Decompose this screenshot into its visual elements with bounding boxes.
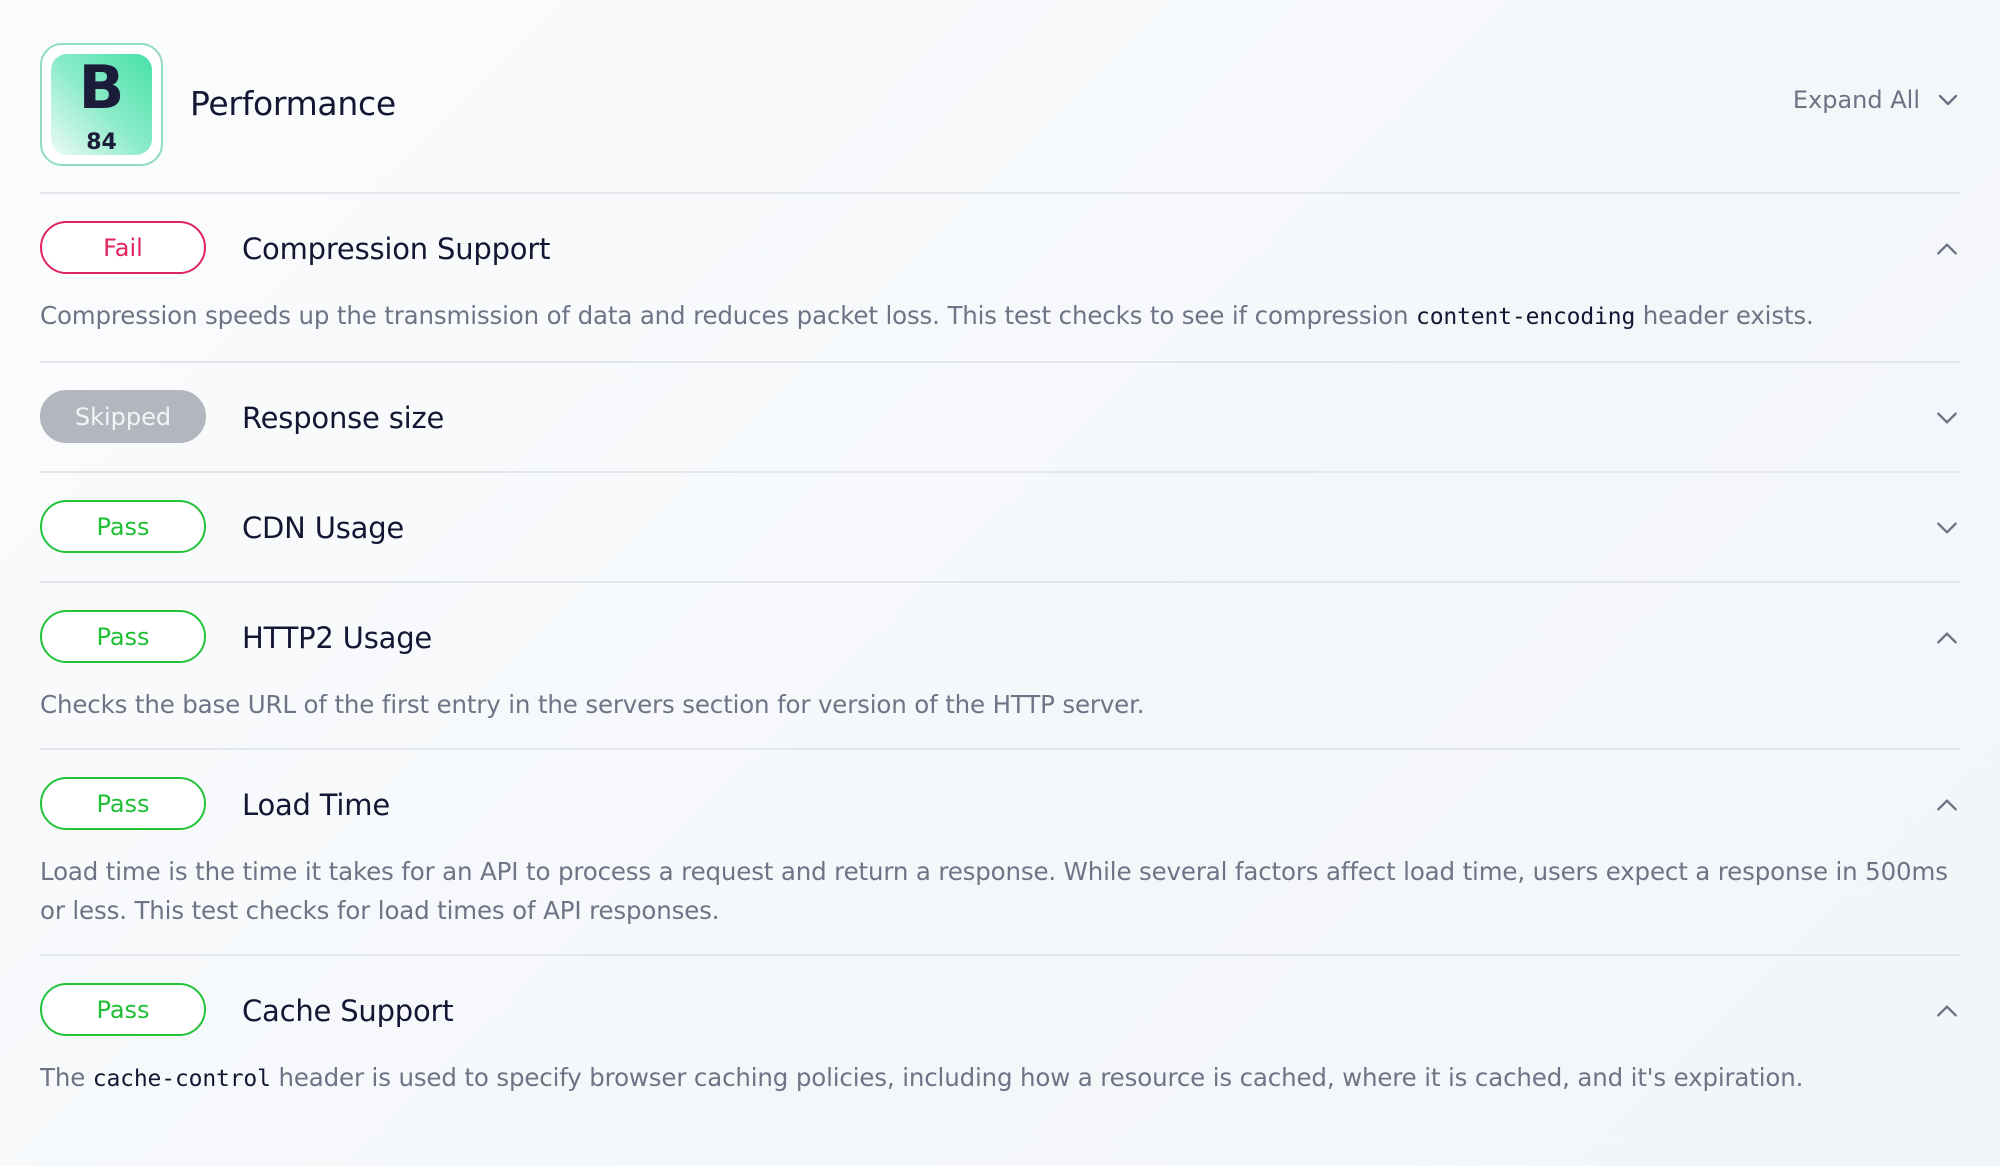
check-description: Checks the base URL of the first entry i… [40,690,1145,719]
check-title: Load Time [242,788,390,822]
chevron-up-icon[interactable] [1934,625,1960,651]
check-row-load-time: Pass Load Time Load time is the time it … [40,750,1960,956]
expand-all-label: Expand All [1792,86,1920,114]
grade-badge-inner: B 84 [51,54,152,155]
status-badge-pass: Pass [40,500,206,553]
grade-letter: B [78,53,125,123]
chevron-up-icon[interactable] [1934,792,1960,818]
check-row-header[interactable]: Pass Load Time [40,750,1960,858]
check-row-http2-usage: Pass HTTP2 Usage Checks the base URL of … [40,583,1960,750]
check-row-header[interactable]: Pass HTTP2 Usage [40,583,1960,691]
grade-badge: B 84 [40,43,163,166]
check-row-header[interactable]: Pass Cache Support [40,956,1960,1064]
desc-text: Compression speeds up the transmission o… [40,301,1416,330]
check-description: Compression speeds up the transmission o… [40,296,1960,361]
desc-text: header exists. [1635,301,1814,330]
performance-section: B 84 Performance Expand All Fail Compres… [40,0,1960,1123]
code-snippet: cache-control [92,1066,271,1092]
check-description: The cache-control header is used to spec… [40,1058,1960,1123]
check-row-header[interactable]: Pass CDN Usage [40,473,1960,581]
check-title: Compression Support [242,232,551,266]
status-badge-pass: Pass [40,777,206,830]
check-description: Load time is the time it takes for an AP… [40,857,1948,925]
check-row-cdn-usage: Pass CDN Usage [40,473,1960,583]
status-badge-fail: Fail [40,221,206,274]
grade-score: 84 [86,130,117,155]
desc-text: The [40,1063,93,1092]
chevron-up-icon[interactable] [1934,236,1960,262]
check-title: Cache Support [242,994,454,1028]
chevron-down-icon[interactable] [1934,515,1960,541]
expand-all-button[interactable]: Expand All [1793,86,1960,114]
check-row-compression-support: Fail Compression Support Compression spe… [40,194,1960,363]
check-title: CDN Usage [242,511,405,545]
check-title: HTTP2 Usage [242,621,433,655]
chevron-down-icon[interactable] [1934,405,1960,431]
check-row-cache-support: Pass Cache Support The cache-control hea… [40,956,1960,1123]
chevron-up-icon[interactable] [1934,998,1960,1024]
section-title: Performance [190,84,396,123]
status-badge-pass: Pass [40,983,206,1036]
status-badge-skipped: Skipped [40,390,206,443]
section-header: B 84 Performance Expand All [40,0,1960,194]
check-row-header[interactable]: Fail Compression Support [40,194,1960,302]
status-badge-pass: Pass [40,610,206,663]
check-row-header[interactable]: Skipped Response size [40,363,1960,471]
chevron-down-icon [1936,88,1960,112]
code-snippet: content-encoding [1416,304,1636,330]
desc-text: header is used to specify browser cachin… [270,1063,1804,1092]
check-row-response-size: Skipped Response size [40,363,1960,473]
check-title: Response size [242,401,445,435]
